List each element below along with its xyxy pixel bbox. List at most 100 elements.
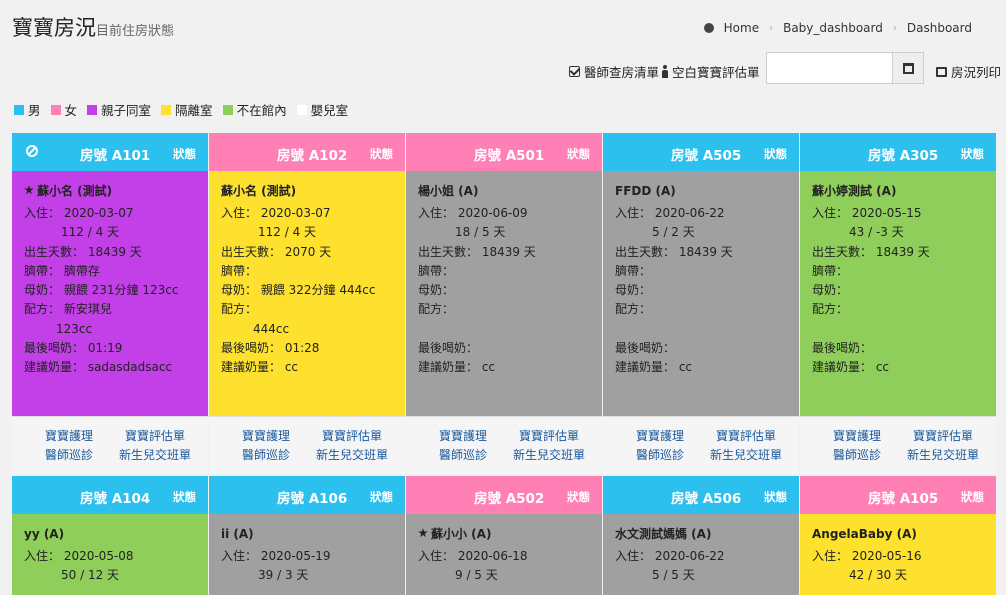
checkin-date: 入住： 2020-06-22 <box>615 206 725 220</box>
last-feed: 最後喝奶： <box>812 340 873 355</box>
room-card: 房號 A101 狀態 蘇小名 (測試) 入住： 2020-03-07 112 / 4 天… <box>12 133 208 474</box>
legend-label: 嬰兒室 <box>310 103 349 118</box>
baby-care-link[interactable]: 寶寶護理 <box>439 427 487 444</box>
room-card: 房號 A505 狀態 FFDD (A) 入住： 2020-06-22 5 / 2 天出生… <box>603 133 799 474</box>
room-status-link[interactable]: 狀態 <box>370 146 393 162</box>
birth-days: 出生天數： 2070 天 <box>221 244 332 259</box>
checkin-date: 入住： 2020-06-22 <box>615 549 725 563</box>
room-header: 房號 A501 狀態 <box>406 133 602 171</box>
stay-days: 50 / 12 天 <box>61 568 120 583</box>
breastmilk: 母奶： 親餵 231分鐘 123cc <box>24 283 179 298</box>
baby-eval-link[interactable]: 寶寶評估單 <box>519 427 579 444</box>
date-input[interactable] <box>766 52 893 84</box>
breadcrumb: Home › Baby_dashboard › Dashboard <box>703 21 972 35</box>
room-status-link[interactable]: 狀態 <box>764 489 787 505</box>
room-status-link[interactable]: 狀態 <box>173 489 196 505</box>
checkin-date: 入住： 2020-03-07 <box>24 206 134 220</box>
baby-name: 蘇小名 (測試) <box>24 178 196 204</box>
doctor-round-link[interactable]: 醫師巡診 <box>636 446 684 463</box>
doctor-round-link[interactable]: 醫師巡診 <box>242 446 290 463</box>
room-body: 蘇小名 (測試) 入住： 2020-03-07 112 / 4 天出生天數： 184… <box>12 171 208 416</box>
doctor-round-link[interactable]: 醫師巡診 <box>439 446 487 463</box>
room-body: 楊小姐 (A) 入住： 2020-06-09 18 / 5 天出生天數： 18439… <box>406 171 602 416</box>
umbilical-cord: 臍帶： 臍帶存 <box>24 263 100 278</box>
print-button[interactable]: 房況列印 <box>936 62 1001 81</box>
doctor-round-link[interactable]: 醫師巡診 <box>833 446 881 463</box>
legend-label: 男 <box>28 103 41 118</box>
room-status-link[interactable]: 狀態 <box>567 489 590 505</box>
checkin-date: 入住： 2020-05-15 <box>812 206 922 220</box>
chevron-right-icon: › <box>892 22 897 34</box>
room-status-link[interactable]: 狀態 <box>370 489 393 505</box>
newborn-handover-link[interactable]: 新生兒交班單 <box>513 446 585 463</box>
newborn-handover-link[interactable]: 新生兒交班單 <box>907 446 979 463</box>
room-actions: 寶寶護理 寶寶評估單醫師巡診 新生兒交班單 <box>603 416 799 474</box>
breadcrumb-baby-dashboard[interactable]: Baby_dashboard <box>783 21 883 35</box>
room-status-link[interactable]: 狀態 <box>567 146 590 162</box>
room-status-link[interactable]: 狀態 <box>961 489 984 505</box>
chevron-right-icon: › <box>769 22 774 34</box>
doctor-round-list-link[interactable]: 醫師查房清單 <box>569 62 659 81</box>
room-number: 房號 A501 <box>474 148 545 164</box>
baby-eval-link[interactable]: 寶寶評估單 <box>716 427 776 444</box>
room-card: 房號 A506 狀態 水文測試媽媽 (A) 入住： 2020-06-22 5 / 5 天 <box>603 476 799 595</box>
room-header: 房號 A305 狀態 <box>800 133 996 171</box>
baby-name: 蘇小小 (A) <box>418 521 590 547</box>
stay-days: 5 / 2 天 <box>652 225 695 240</box>
room-body: yy (A) 入住： 2020-05-08 50 / 12 天 <box>12 514 208 595</box>
umbilical-cord: 臍帶： <box>221 263 258 278</box>
formula: 配方： <box>221 302 258 317</box>
room-number: 房號 A502 <box>474 491 545 507</box>
stay-days: 43 / -3 天 <box>849 225 904 240</box>
baby-name: AngelaBaby (A) <box>812 527 917 541</box>
doctor-round-list-label: 醫師查房清單 <box>584 65 660 80</box>
newborn-handover-link[interactable]: 新生兒交班單 <box>119 446 191 463</box>
baby-care-link[interactable]: 寶寶護理 <box>242 427 290 444</box>
stay-days: 39 / 3 天 <box>258 568 309 583</box>
stay-days: 42 / 30 天 <box>849 568 908 583</box>
baby-care-link[interactable]: 寶寶護理 <box>45 427 93 444</box>
legend-swatch <box>87 104 98 115</box>
legend-label: 女 <box>64 103 78 118</box>
baby-eval-link[interactable]: 寶寶評估單 <box>322 427 382 444</box>
formula: 配方： <box>615 302 652 317</box>
room-header: 房號 A502 狀態 <box>406 476 602 514</box>
newborn-handover-link[interactable]: 新生兒交班單 <box>316 446 388 463</box>
formula-amount <box>418 320 590 339</box>
baby-care-link[interactable]: 寶寶護理 <box>833 427 881 444</box>
room-number: 房號 A505 <box>671 148 742 164</box>
checkin-date: 入住： 2020-05-16 <box>812 549 922 563</box>
legend-item: 女 <box>50 100 78 119</box>
legend-label: 隔離室 <box>175 103 213 118</box>
checkin-date: 入住： 2020-05-08 <box>24 549 134 563</box>
room-card: 房號 A106 狀態 ii (A) 入住： 2020-05-19 39 / 3 天 <box>209 476 405 595</box>
room-header: 房號 A102 狀態 <box>209 133 405 171</box>
room-card: 房號 A501 狀態楊小姐 (A) 入住： 2020-06-09 18 / 5 天出生… <box>406 133 602 474</box>
checkin-date: 入住： 2020-05-19 <box>221 549 331 563</box>
birth-days: 出生天數： 18439 天 <box>812 244 930 259</box>
calendar-button[interactable] <box>893 52 924 84</box>
star-icon <box>24 185 34 195</box>
baby-eval-link[interactable]: 寶寶評估單 <box>913 427 973 444</box>
breadcrumb-home[interactable]: Home <box>724 21 759 35</box>
checkin-date: 入住： 2020-06-09 <box>418 206 528 220</box>
room-status-link[interactable]: 狀態 <box>961 146 984 162</box>
baby-eval-link[interactable]: 寶寶評估單 <box>125 427 185 444</box>
legend-label: 親子同室 <box>101 103 152 118</box>
legend: 男 女 親子同室 隔離室 不在館內 嬰兒室 <box>14 100 348 119</box>
blank-eval-link[interactable]: 空白寶寶評估單 <box>662 62 760 81</box>
doctor-round-link[interactable]: 醫師巡診 <box>45 446 93 463</box>
suggested-amount: 建議奶量： cc <box>812 360 890 375</box>
room-card: 房號 A305 狀態蘇小婷測試 (A) 入住： 2020-05-15 43 / -3 … <box>800 133 996 474</box>
home-icon <box>703 23 714 33</box>
checkin-date: 入住： 2020-06-18 <box>418 549 528 563</box>
legend-item: 隔離室 <box>161 100 213 119</box>
checkin-date: 入住： 2020-03-07 <box>221 206 331 220</box>
baby-care-link[interactable]: 寶寶護理 <box>636 427 684 444</box>
room-status-link[interactable]: 狀態 <box>764 146 787 162</box>
room-number: 房號 A305 <box>868 148 939 164</box>
baby-name: 蘇小婷測試 (A) <box>812 184 897 198</box>
newborn-handover-link[interactable]: 新生兒交班單 <box>710 446 782 463</box>
baby-name: yy (A) <box>24 527 65 541</box>
room-status-link[interactable]: 狀態 <box>173 146 196 162</box>
